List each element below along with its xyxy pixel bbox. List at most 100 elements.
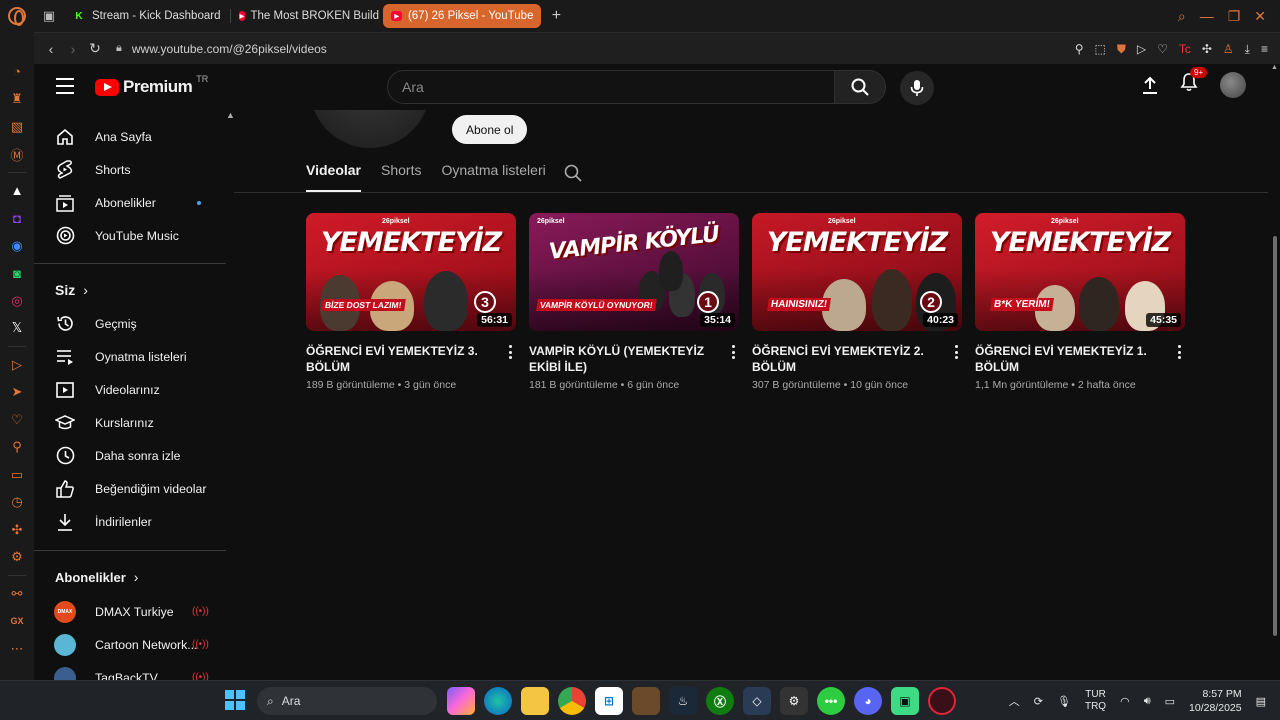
aria-icon[interactable]: ♜ xyxy=(0,86,34,114)
messenger-icon[interactable]: ◉ xyxy=(0,232,34,260)
restore-icon[interactable]: ❐ xyxy=(1228,8,1241,25)
sidebar-item-your-videos[interactable]: Videolarınız xyxy=(34,373,224,406)
sidebar-item-subscriptions[interactable]: Abonelikler xyxy=(34,186,224,219)
sidebar-item-youtube-music[interactable]: YouTube Music xyxy=(34,219,224,252)
sidebar-item-shorts[interactable]: Shorts xyxy=(34,153,224,186)
instagram-icon[interactable]: ◎ xyxy=(0,287,34,315)
player-icon[interactable]: ▷ xyxy=(0,351,34,379)
sidebar-you-header[interactable]: Siz › xyxy=(55,282,88,298)
steelseries-icon[interactable]: ⚙ xyxy=(780,687,808,715)
channel-search-icon[interactable] xyxy=(564,164,582,187)
video-card[interactable]: 26piksel YEMEKTEYİZ B*K YERİM! 45:35 ÖĞR… xyxy=(975,213,1185,391)
crypto-wallet-icon[interactable]: ▧ xyxy=(0,113,34,141)
notifications-button[interactable]: 9+ xyxy=(1180,67,1208,97)
x-icon[interactable]: 𝕏 xyxy=(0,315,34,343)
tab-videos[interactable]: Videolar xyxy=(306,162,361,192)
wifi-icon[interactable]: ◠ xyxy=(1120,695,1130,708)
video-thumbnail[interactable]: 26piksel YEMEKTEYİZ B*K YERİM! 45:35 xyxy=(975,213,1185,331)
tabs-icon[interactable]: ▭ xyxy=(0,461,34,489)
twitch-icon[interactable]: ◘ xyxy=(0,205,34,233)
chat-app-icon[interactable]: ••• xyxy=(817,687,845,715)
tampermonkey-icon[interactable]: Tc xyxy=(1179,42,1191,56)
file-explorer-icon[interactable] xyxy=(521,687,549,715)
scrollbar-thumb[interactable] xyxy=(1273,236,1277,636)
edge-icon[interactable] xyxy=(484,687,512,715)
ai-icon[interactable]: ▲ xyxy=(0,177,34,205)
subscribe-button[interactable]: Abone ol xyxy=(452,115,528,144)
battery-icon[interactable]: ▭ xyxy=(1165,695,1175,708)
whatsapp-icon[interactable]: ◙ xyxy=(0,260,34,288)
video-thumbnail[interactable]: 26piksel VAMPİR KÖYLÜ VAMPİR KÖYLÜ OYNUY… xyxy=(529,213,739,331)
android-app-icon[interactable]: ▣ xyxy=(891,687,919,715)
video-title[interactable]: VAMPİR KÖYLÜ (YEMEKTEYİZ EKİBİ İLE) xyxy=(529,343,719,375)
sidebar-item-playlists[interactable]: Oynatma listeleri xyxy=(34,340,224,373)
taskbar-search-input[interactable]: ⌕ Ara xyxy=(257,687,437,715)
taskbar-clock[interactable]: 8:57 PM 10/28/2025 xyxy=(1189,687,1242,715)
profile-icon[interactable]: ♙ xyxy=(1223,42,1234,56)
settings-icon[interactable]: ⚙ xyxy=(0,544,34,572)
shield-icon[interactable]: ⛊ xyxy=(1117,42,1126,57)
pin-icon[interactable]: ⚲ xyxy=(0,434,34,462)
snapshot-icon[interactable]: ⬚ xyxy=(1094,42,1105,56)
extensions-icon[interactable]: ✣ xyxy=(0,516,34,544)
search-input[interactable]: Ara xyxy=(387,70,835,104)
gx-m-icon[interactable]: Ⓜ xyxy=(0,141,34,169)
close-icon[interactable]: ✕ xyxy=(1254,8,1266,25)
workspaces-icon[interactable]: ▣ xyxy=(34,0,64,32)
language-indicator[interactable]: TUR TRQ xyxy=(1085,689,1106,713)
forward-icon[interactable]: › xyxy=(62,41,84,57)
video-title[interactable]: ÖĞRENCİ EVİ YEMEKTEYİZ 3. BÖLÜM xyxy=(306,343,496,375)
browser-tab-youtube[interactable]: ▸ (67) 26 Piksel - YouTube xyxy=(383,4,542,28)
reload-icon[interactable]: ↻ xyxy=(84,40,106,57)
speed-dial-icon[interactable]: ◔ xyxy=(0,58,34,86)
windows-start-icon[interactable] xyxy=(225,690,245,710)
mod-manager-icon[interactable]: ◇ xyxy=(743,687,771,715)
upload-icon[interactable] xyxy=(1142,76,1158,94)
history-icon[interactable]: ◷ xyxy=(0,489,34,517)
gx-icon[interactable]: GX xyxy=(0,608,34,636)
page-scrollbar[interactable]: ▲ xyxy=(1270,64,1280,680)
microphone-icon[interactable]: 🎙︎ xyxy=(1057,695,1071,708)
youtube-premium-logo[interactable]: Premium TR xyxy=(95,74,208,97)
video-card[interactable]: 26piksel YEMEKTEYİZ BİZE DOST LAZIM! 3 5… xyxy=(306,213,516,391)
subscription-item-tagbacktv[interactable]: TagBackTV ((•)) xyxy=(34,661,224,680)
video-thumbnail[interactable]: 26piksel YEMEKTEYİZ BİZE DOST LAZIM! 3 5… xyxy=(306,213,516,331)
opera-logo-icon[interactable] xyxy=(0,0,34,32)
video-thumbnail[interactable]: 26piksel YEMEKTEYİZ HAINISINIZ! 2 40:23 xyxy=(752,213,962,331)
tab-shorts[interactable]: Shorts xyxy=(381,162,421,192)
scroll-up-icon[interactable]: ▲ xyxy=(1271,64,1278,71)
minimize-icon[interactable]: — xyxy=(1200,8,1214,24)
video-title[interactable]: ÖĞRENCİ EVİ YEMEKTEYİZ 1. BÖLÜM xyxy=(975,343,1165,375)
send-icon[interactable]: ➤ xyxy=(0,379,34,407)
minecraft-icon[interactable] xyxy=(632,687,660,715)
store-icon[interactable]: ⊞ xyxy=(595,687,623,715)
tab-playlists[interactable]: Oynatma listeleri xyxy=(441,162,545,192)
more-icon[interactable]: ⋯ xyxy=(0,635,34,663)
sidebar-item-history[interactable]: Geçmiş xyxy=(34,307,224,340)
new-tab-button[interactable]: + xyxy=(545,5,567,27)
more-options-icon[interactable] xyxy=(727,344,739,360)
video-title[interactable]: ÖĞRENCİ EVİ YEMEKTEYİZ 2. BÖLÜM xyxy=(752,343,942,375)
scroll-up-icon[interactable]: ▲ xyxy=(226,110,234,120)
more-options-icon[interactable] xyxy=(504,344,516,360)
favorites-icon[interactable]: ♡ xyxy=(0,406,34,434)
notification-center-icon[interactable]: ▤ xyxy=(1256,695,1266,708)
download-icon[interactable]: ⤓ xyxy=(1245,42,1250,57)
heart-icon[interactable]: ♡ xyxy=(1157,42,1168,56)
voice-search-button[interactable] xyxy=(900,71,934,105)
search-button[interactable] xyxy=(834,70,886,104)
opera-gx-icon[interactable] xyxy=(928,687,956,715)
copilot-icon[interactable] xyxy=(447,687,475,715)
more-options-icon[interactable] xyxy=(950,344,962,360)
account-avatar[interactable] xyxy=(1220,72,1246,98)
video-card[interactable]: 26piksel YEMEKTEYİZ HAINISINIZ! 2 40:23 … xyxy=(752,213,962,391)
subscription-item-cartoon-network[interactable]: Cartoon Network... ((•)) xyxy=(34,628,224,661)
sidebar-subscriptions-header[interactable]: Abonelikler › xyxy=(55,569,138,585)
sidebar-item-courses[interactable]: Kurslarınız xyxy=(34,406,224,439)
discord-icon[interactable]: ◕ xyxy=(854,687,882,715)
hamburger-menu-icon[interactable] xyxy=(56,78,74,94)
sidebar-item-downloads[interactable]: İndirilenler xyxy=(34,505,224,538)
chevron-up-icon[interactable]: ︿ xyxy=(1009,693,1020,709)
subscription-item-dmax[interactable]: DMAX DMAX Turkiye ((•)) xyxy=(34,595,224,628)
url-field[interactable]: 🔒︎ www.youtube.com/@26piksel/videos xyxy=(116,42,327,56)
